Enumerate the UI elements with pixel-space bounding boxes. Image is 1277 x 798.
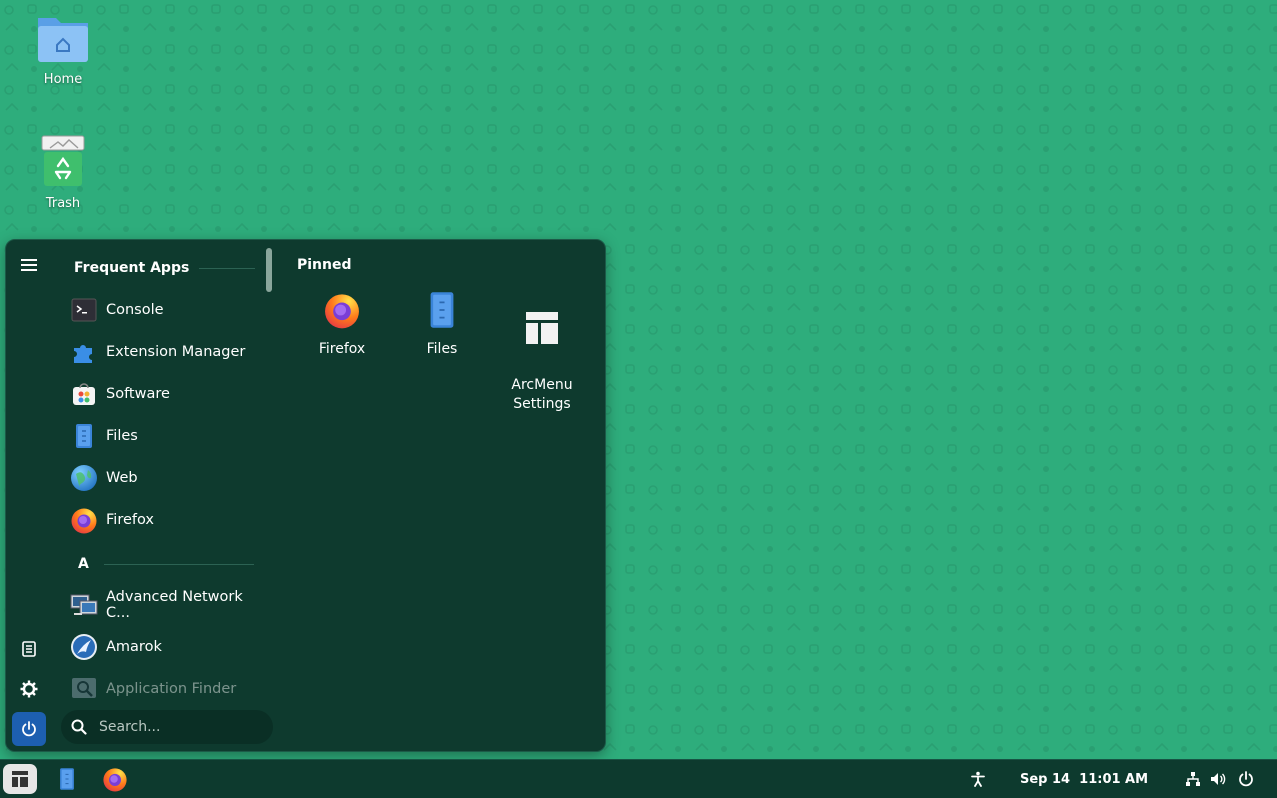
power-icon (1239, 771, 1253, 787)
software-store-icon (70, 380, 98, 408)
firefox-icon (103, 768, 127, 792)
app-item-label: Console (106, 302, 164, 318)
app-item-label: Amarok (106, 639, 162, 655)
pinned-files[interactable]: Files (392, 290, 492, 358)
power-button[interactable] (12, 712, 46, 746)
desktop-icon-home[interactable]: Home (8, 10, 118, 87)
network-wired-icon (1186, 772, 1200, 786)
app-item-label: Application Finder (106, 681, 237, 697)
app-finder-icon (70, 675, 98, 703)
volume-status[interactable] (1207, 764, 1229, 794)
pinned-title: Pinned (297, 257, 352, 273)
app-item-console[interactable]: Console (70, 292, 270, 328)
firefox-icon (70, 506, 98, 534)
pinned-arcmenu-settings[interactable]: ArcMenu Settings (492, 290, 592, 431)
amarok-icon (70, 633, 98, 661)
app-item-amarok[interactable]: Amarok (70, 629, 270, 665)
arcmenu-icon (12, 771, 28, 787)
desktop-icon-label: Home (43, 72, 83, 87)
app-item-label: Extension Manager (106, 344, 246, 360)
app-item-label: Files (106, 428, 138, 444)
app-item-files[interactable]: Files (70, 418, 270, 454)
app-item-web[interactable]: Web (70, 460, 270, 496)
pinned-label: Firefox (318, 341, 366, 357)
settings-button[interactable] (12, 672, 46, 706)
documents-button[interactable] (12, 632, 46, 666)
taskbar-firefox[interactable] (100, 764, 130, 794)
app-item-label: Advanced Network C... (106, 589, 243, 621)
accessibility-icon (971, 771, 985, 787)
hamburger-icon (21, 259, 37, 271)
system-power-status[interactable] (1235, 764, 1257, 794)
pinned-firefox[interactable]: Firefox (292, 290, 392, 358)
terminal-icon (70, 296, 98, 324)
search-input[interactable] (97, 718, 261, 736)
files-icon (70, 422, 98, 450)
app-item-firefox[interactable]: Firefox (70, 502, 270, 538)
power-icon (22, 721, 36, 737)
files-icon (422, 290, 462, 330)
puzzle-icon (70, 338, 98, 366)
document-icon (22, 641, 36, 657)
pinned-label: Files (426, 341, 458, 357)
search-icon (71, 719, 87, 735)
home-folder-icon (38, 18, 88, 62)
app-item-software[interactable]: Software (70, 376, 270, 412)
app-item-label: Web (106, 470, 138, 486)
network-config-icon (70, 591, 98, 619)
app-item-label: Software (106, 386, 170, 402)
volume-icon (1211, 773, 1226, 785)
search-box[interactable] (61, 710, 273, 744)
menu-side-rail (6, 240, 54, 751)
gear-icon (20, 680, 38, 698)
taskbar-files[interactable] (52, 764, 82, 794)
network-status[interactable] (1182, 764, 1204, 794)
clock-text: Sep 14 11:01 AM (1020, 771, 1149, 787)
files-icon (60, 768, 74, 790)
app-item-extension-manager[interactable]: Extension Manager (70, 334, 270, 370)
section-divider (104, 564, 254, 565)
desktop-icon-trash[interactable]: Trash (8, 134, 118, 211)
app-item-label: Firefox (106, 512, 154, 528)
frequent-apps-title: Frequent Apps (74, 260, 190, 276)
pinned-label: ArcMenu Settings (511, 377, 573, 412)
trash-icon (41, 135, 85, 186)
arcmenu-start-button[interactable] (3, 764, 37, 794)
letter-section-a: A (78, 556, 89, 572)
app-item-application-finder[interactable]: Application Finder (70, 671, 270, 707)
section-divider (199, 268, 255, 269)
apps-list[interactable]: Frequent Apps Console Extension Manager … (54, 240, 276, 710)
apps-scrollbar[interactable] (266, 248, 272, 292)
clock[interactable]: Sep 14 11:01 AM (1020, 760, 1148, 798)
arcmenu-settings-icon (522, 308, 562, 348)
taskbar: Sep 14 11:01 AM (0, 759, 1277, 798)
firefox-icon (322, 290, 362, 330)
hamburger-menu-button[interactable] (12, 248, 46, 282)
app-item-advanced-network[interactable]: Advanced Network C... (70, 587, 270, 623)
app-menu: Frequent Apps Console Extension Manager … (5, 239, 606, 752)
accessibility-button[interactable] (966, 764, 990, 794)
web-globe-icon (70, 464, 98, 492)
desktop-icon-label: Trash (45, 196, 81, 211)
